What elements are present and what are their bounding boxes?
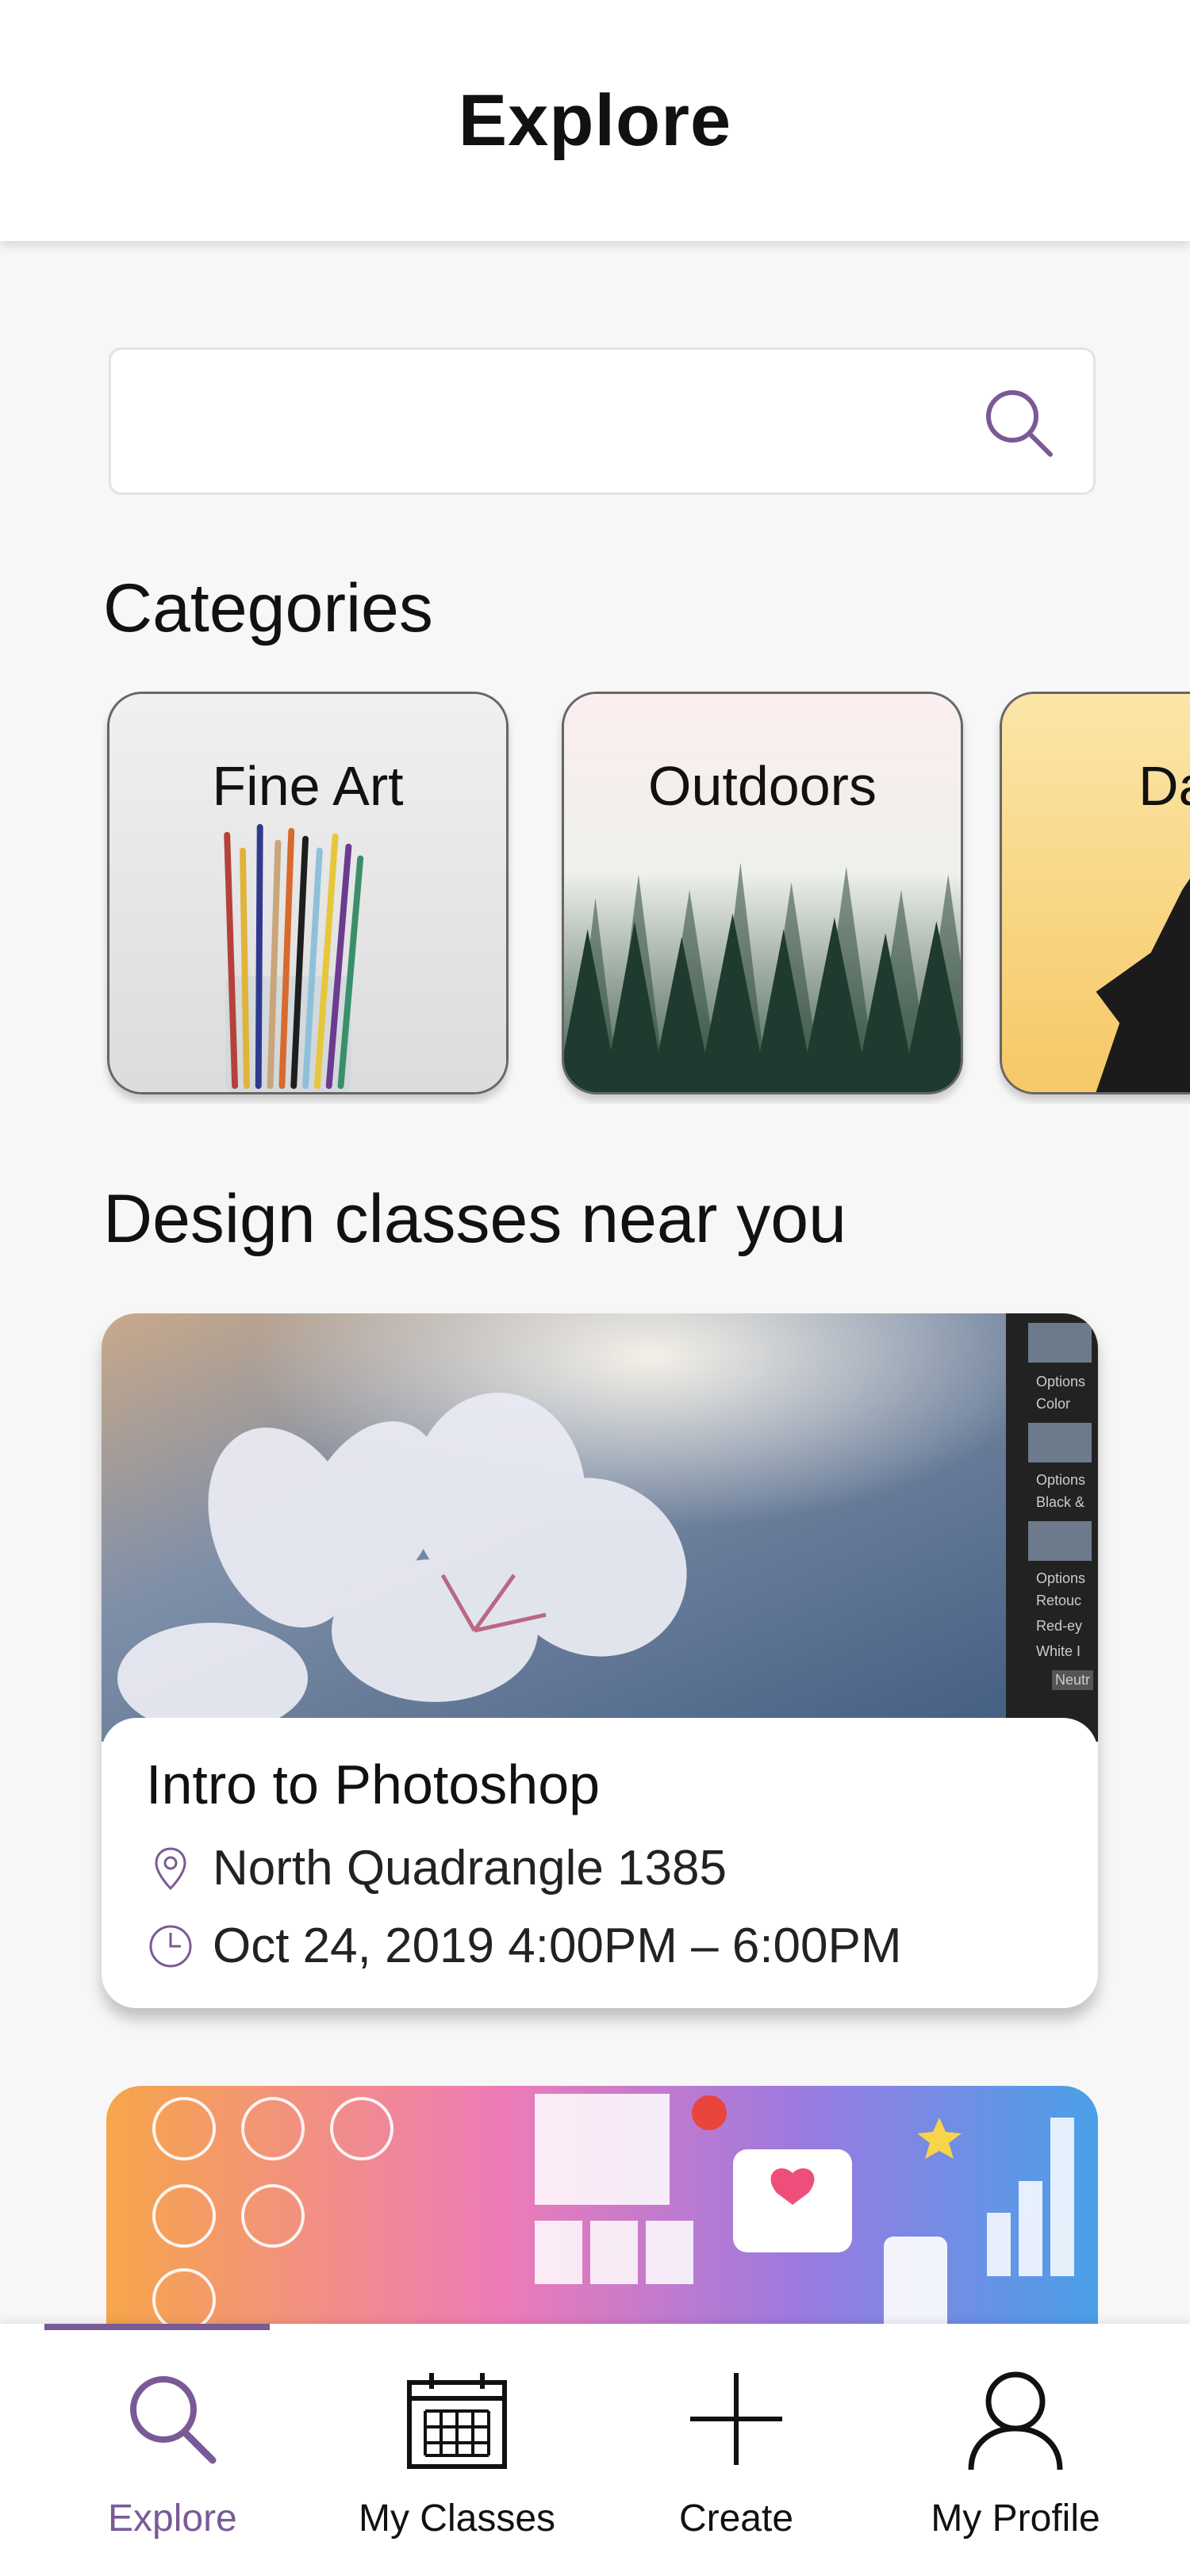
plus-icon (690, 2373, 782, 2465)
panel-label: Red-ey (1036, 1618, 1083, 1634)
category-card-fine-art[interactable]: Fine Art (107, 692, 509, 1094)
class-card[interactable]: Options Color Options Black & Options Re… (102, 1313, 1098, 2008)
panel-thumbnail (1028, 1323, 1092, 1363)
search-icon (130, 2376, 217, 2464)
classes-heading: Design classes near you (103, 1181, 846, 1257)
panel-label: Options (1036, 1374, 1086, 1390)
panel-label: Color (1036, 1396, 1071, 1412)
panel-label: Options (1036, 1472, 1086, 1488)
nav-label: My Profile (931, 2497, 1100, 2540)
category-card-dance[interactable]: Da (1000, 692, 1190, 1094)
category-label: Da (1138, 755, 1190, 817)
panel-thumbnail (1028, 1521, 1092, 1561)
nav-explore[interactable]: Explore (44, 2363, 298, 2554)
editor-panel: Options Color Options Black & Options Re… (1012, 1313, 1098, 1742)
calendar-icon (407, 2373, 507, 2469)
nav-my-classes[interactable]: My Classes (330, 2363, 584, 2554)
location-pin-icon (155, 1846, 186, 1890)
search-input[interactable] (109, 347, 1096, 495)
class-location: North Quadrangle 1385 (213, 1841, 727, 1896)
panel-thumbnail (1028, 1423, 1092, 1462)
class-photo (102, 1313, 1098, 1742)
class-title: Intro to Photoshop (146, 1754, 601, 1815)
bottom-navigation: Explore My Classes Create My Profile (0, 2324, 1190, 2576)
active-tab-indicator (44, 2324, 270, 2330)
search-icon[interactable] (982, 386, 1055, 459)
categories-heading: Categories (103, 570, 433, 646)
nav-label: Explore (108, 2497, 237, 2540)
class-time-row: Oct 24, 2019 4:00PM – 6:00PM (146, 1918, 902, 1974)
panel-label: White I (1036, 1643, 1081, 1659)
user-icon (968, 2371, 1063, 2471)
nav-label: Create (678, 2497, 794, 2540)
category-label: Outdoors (648, 755, 877, 817)
app-header: Explore (0, 0, 1190, 241)
category-label: Fine Art (212, 755, 404, 817)
panel-label: Options (1036, 1570, 1086, 1586)
categories-carousel[interactable]: Fine Art Outdoors D (0, 692, 1190, 1104)
class-info-panel: Intro to Photoshop North Quadrangle 1385… (102, 1718, 1098, 2008)
nav-create[interactable]: Create (609, 2363, 863, 2554)
panel-label: Neutr (1052, 1670, 1094, 1690)
page-title: Explore (458, 79, 732, 161)
clock-icon (149, 1925, 192, 1967)
panel-label: Black & (1036, 1494, 1085, 1510)
nav-label: My Classes (358, 2497, 556, 2540)
class-location-row: North Quadrangle 1385 (146, 1840, 727, 1896)
panel-label: Retouc (1036, 1593, 1082, 1608)
category-card-outdoors[interactable]: Outdoors (562, 692, 963, 1094)
class-datetime: Oct 24, 2019 4:00PM – 6:00PM (213, 1919, 902, 1973)
nav-my-profile[interactable]: My Profile (889, 2363, 1142, 2554)
